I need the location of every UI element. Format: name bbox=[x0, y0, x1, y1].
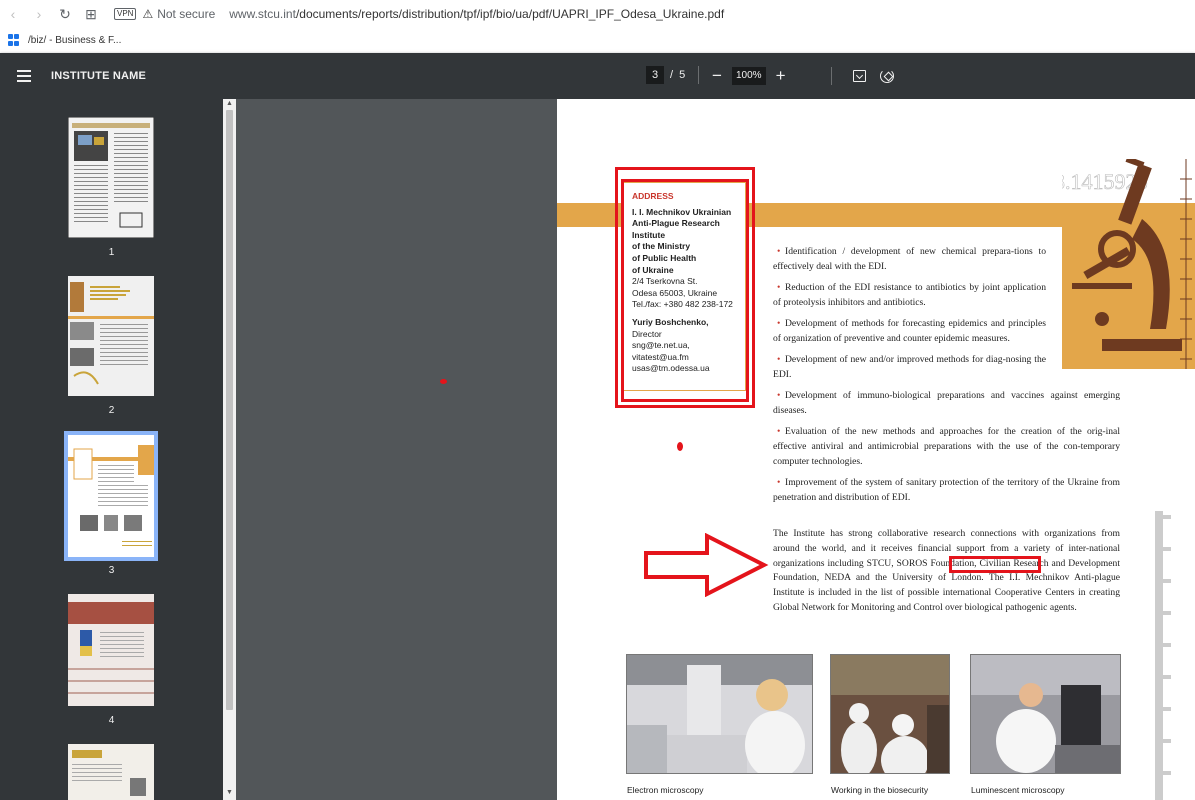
collaboration-paragraph: The Institute has strong collaborative r… bbox=[773, 528, 1120, 613]
reload-icon[interactable]: ↻ bbox=[52, 6, 78, 23]
microscope-illustration: 3.1415926 bbox=[1062, 159, 1195, 369]
bullet-item-3: Development of methods for forecasting e… bbox=[773, 316, 1046, 346]
bullet-item-7: Improvement of the system of sanitary pr… bbox=[773, 475, 1120, 505]
thumbnail-label-2: 2 bbox=[108, 405, 115, 416]
bullet-item-5: Development of immuno-biological prepara… bbox=[773, 388, 1120, 418]
rotate-icon bbox=[880, 69, 894, 83]
url-host: www.stcu.int bbox=[229, 7, 296, 21]
annotation-dot bbox=[677, 442, 683, 451]
thumbnail-page-1[interactable] bbox=[67, 116, 155, 239]
document-title: INSTITUTE NAME bbox=[51, 70, 147, 82]
thumbnail-label-4: 4 bbox=[108, 715, 115, 726]
biosecurity-image bbox=[831, 655, 949, 773]
bookmarks-bar: /biz/ - Business & F... bbox=[0, 28, 1195, 52]
photo-biosecurity bbox=[830, 654, 950, 774]
thumbnail-page-4[interactable] bbox=[68, 594, 154, 706]
security-status[interactable]: Not secure bbox=[157, 7, 215, 21]
apps-grid-icon[interactable]: ⊞ bbox=[78, 6, 104, 23]
bookmark-apps-icon bbox=[8, 34, 20, 46]
toolbar-divider bbox=[831, 67, 832, 85]
zoom-level-input[interactable]: 100% bbox=[732, 67, 766, 85]
warning-icon[interactable]: ⚠ bbox=[142, 7, 153, 21]
bullet-item-2: Reduction of the EDI resistance to antib… bbox=[773, 280, 1046, 310]
annotation-dot bbox=[440, 379, 447, 384]
view-tools bbox=[818, 65, 901, 87]
caption-luminescent-microscopy: Luminescent microscopy bbox=[971, 785, 1065, 795]
thumbnail-3-preview bbox=[68, 435, 154, 557]
thumbnail-page-3[interactable] bbox=[64, 431, 158, 561]
ruler-decoration bbox=[1155, 511, 1171, 800]
menu-icon[interactable] bbox=[17, 70, 31, 82]
toolbar-divider bbox=[698, 66, 700, 84]
thumbnail-2-preview bbox=[68, 276, 154, 396]
page-separator: / bbox=[670, 69, 674, 81]
fit-page-icon bbox=[852, 70, 866, 82]
photo-electron-microscopy bbox=[626, 654, 813, 774]
photo-luminescent-microscopy bbox=[970, 654, 1121, 774]
thumbnail-label-1: 1 bbox=[108, 247, 115, 258]
current-page-input[interactable]: 3 bbox=[646, 66, 664, 84]
url-path: /documents/reports/distribution/tpf/ipf/… bbox=[295, 7, 725, 21]
url-field[interactable]: www.stcu.int/documents/reports/distribut… bbox=[229, 7, 724, 21]
thumbnail-page-2[interactable] bbox=[68, 276, 154, 396]
back-arrow-icon[interactable]: ‹ bbox=[0, 6, 26, 22]
annotation-box-soros bbox=[949, 556, 1041, 573]
caption-biosecurity: Working in the biosecurity bbox=[831, 785, 929, 795]
thumbnail-4-preview bbox=[68, 594, 154, 706]
electron-microscopy-image bbox=[627, 655, 812, 773]
thumbnail-5-preview bbox=[68, 744, 154, 800]
rotate-button[interactable] bbox=[873, 65, 901, 87]
annotation-box-inner bbox=[621, 179, 749, 402]
thumbnail-page-5[interactable] bbox=[68, 744, 154, 800]
luminescent-microscopy-image bbox=[971, 655, 1120, 773]
bullet-item-6: Evaluation of the new methods and approa… bbox=[773, 424, 1120, 469]
pdf-toolbar: INSTITUTE NAME 3 / 5 − 100% + bbox=[0, 53, 1195, 99]
caption-electron-microscopy: Electron microscopy bbox=[627, 785, 704, 795]
zoom-in-button[interactable]: + bbox=[766, 66, 796, 86]
thumbnail-sidebar: 1 2 3 4 bbox=[0, 99, 223, 800]
total-pages: 5 bbox=[679, 69, 686, 81]
bullet-item-1: Identification / development of new chem… bbox=[773, 244, 1046, 274]
zoom-out-button[interactable]: − bbox=[702, 66, 732, 86]
forward-arrow-icon[interactable]: › bbox=[26, 6, 52, 22]
zoom-controls: − 100% + bbox=[702, 66, 796, 86]
scroll-up-arrow-icon[interactable]: ▲ bbox=[224, 100, 235, 107]
vpn-badge[interactable]: VPN bbox=[114, 8, 137, 20]
thumbnail-label-3: 3 bbox=[108, 565, 115, 576]
annotation-arrow bbox=[644, 533, 769, 597]
bullet-item-4: Development of new and/or improved metho… bbox=[773, 352, 1046, 382]
thumbnail-1-preview bbox=[67, 116, 155, 239]
bookmark-item[interactable]: /biz/ - Business & F... bbox=[28, 35, 121, 46]
browser-address-bar: ‹ › ↻ ⊞ VPN ⚠ Not secure www.stcu.int/do… bbox=[0, 0, 1195, 28]
scroll-down-arrow-icon[interactable]: ▼ bbox=[224, 789, 235, 796]
fit-to-page-button[interactable] bbox=[845, 65, 873, 87]
sidebar-scrollbar-thumb[interactable] bbox=[226, 110, 233, 710]
